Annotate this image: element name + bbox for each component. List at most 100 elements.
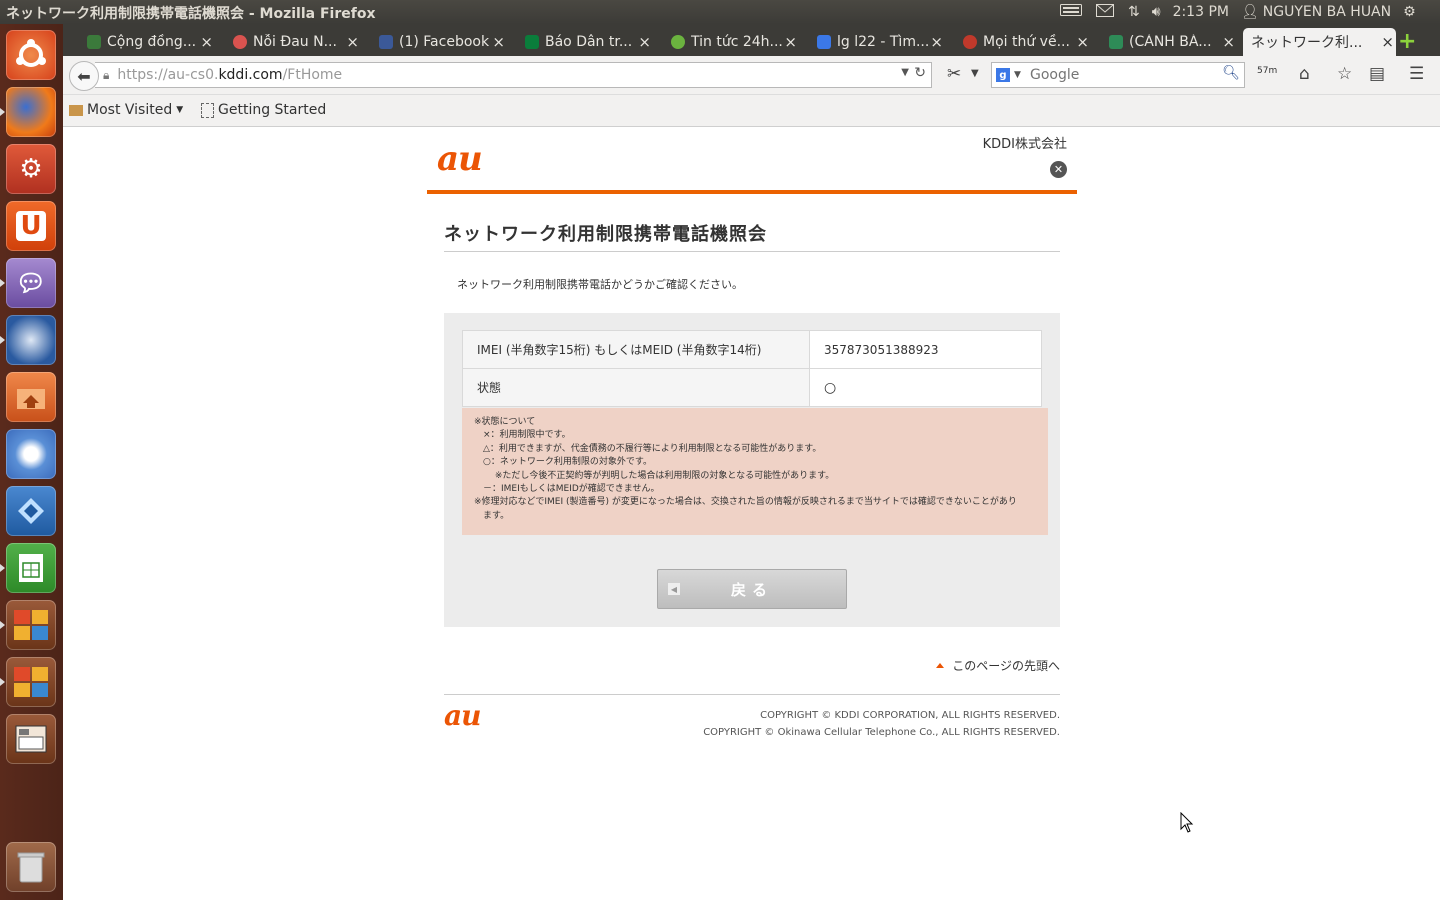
firefox-icon[interactable] xyxy=(6,87,56,137)
copyright-kddi: COPYRIGHT © KDDI CORPORATION, ALL RIGHTS… xyxy=(760,710,1060,721)
files-icon[interactable] xyxy=(6,372,56,422)
clock[interactable]: 2:13 PM xyxy=(1173,4,1229,20)
close-icon[interactable]: × xyxy=(1076,33,1089,51)
back-button[interactable]: ⬅ xyxy=(69,61,99,91)
history-dropdown-icon[interactable]: ▼ xyxy=(901,67,909,78)
status-notes: ※状態について ×：利用制限中です。 △：利用できますが、代金債務の不履行等によ… xyxy=(462,408,1048,535)
virtualbox-icon[interactable] xyxy=(6,486,56,536)
addon-icon[interactable]: ✂ xyxy=(947,64,961,84)
note-line: △：利用できますが、代金債務の不履行等により利用制限となる可能性があります。 xyxy=(474,443,822,454)
tab[interactable]: (CẢNH BÁ... × xyxy=(1109,28,1237,56)
search-input[interactable] xyxy=(1028,66,1202,84)
bookmark-star-icon[interactable]: ☆ xyxy=(1337,64,1352,84)
result-panel: IMEI (半角数字15桁) もしくはMEID (半角数字14桁) 357873… xyxy=(444,313,1060,627)
back-button[interactable]: ◀ 戻る xyxy=(657,569,847,609)
status-value: ○ xyxy=(809,368,1042,407)
table-row: 状態 ○ xyxy=(462,368,1042,407)
user-name[interactable]: NGUYEN BA HUAN xyxy=(1263,4,1391,20)
header-divider xyxy=(427,190,1077,194)
google-icon[interactable]: g xyxy=(996,68,1010,82)
tab-favicon-icon xyxy=(1109,35,1123,49)
home-icon[interactable]: ⌂ xyxy=(1299,64,1310,84)
tab[interactable]: lg l22 - Tìm... × xyxy=(817,28,945,56)
page-title: ネットワーク利用制限携帯電話機照会 xyxy=(444,224,767,245)
imei-value: 357873051388923 xyxy=(809,330,1042,369)
tab[interactable]: Mọi thứ về... × xyxy=(963,28,1091,56)
libreoffice-calc-icon[interactable] xyxy=(6,543,56,593)
keyboard-icon[interactable] xyxy=(1060,4,1082,20)
intro-text: ネットワーク利用制限携帯電話かどうかご確認ください。 xyxy=(457,278,743,291)
running-indicator xyxy=(0,108,5,116)
tab-favicon-icon xyxy=(671,35,685,49)
getting-started-bookmark[interactable]: Getting Started xyxy=(201,102,326,118)
tab-active[interactable]: ネットワーク利... × xyxy=(1243,28,1396,56)
download-badge[interactable]: 57m xyxy=(1257,66,1277,76)
search-engine-dropdown-icon[interactable]: ▼ xyxy=(1014,70,1021,80)
tab-bar: Cộng đồng... × Nỗi Đau N... × (1) Facebo… xyxy=(63,24,1440,56)
note-line: ○：ネットワーク利用制限の対象外です。 xyxy=(474,457,652,468)
tab[interactable]: Nỗi Đau N... × xyxy=(233,28,361,56)
tab-label: Nỗi Đau N... xyxy=(253,34,337,50)
most-visited-folder[interactable]: Most Visited ▼ xyxy=(69,102,183,118)
close-icon[interactable]: × xyxy=(200,33,213,51)
window-title: ネットワーク利用制限携帯電話機照会 - Mozilla Firefox xyxy=(6,6,376,22)
ubuntu-dash-icon[interactable] xyxy=(6,30,56,80)
close-icon[interactable]: ✕ xyxy=(1050,161,1067,178)
addon-dropdown-icon[interactable]: ▼ xyxy=(971,68,979,79)
close-icon[interactable]: × xyxy=(492,33,505,51)
tab-label: lg l22 - Tìm... xyxy=(837,34,930,50)
url-bar[interactable]: 🔒︎ https://au-cs0.kddi.com/FtHome ▼ ↻ xyxy=(95,62,932,88)
system-settings-icon[interactable]: ⚙ xyxy=(6,144,56,194)
user-icon: 👤︎ xyxy=(1240,4,1259,20)
getting-started-label: Getting Started xyxy=(218,102,327,118)
pidgin-icon[interactable]: 💬︎ xyxy=(6,258,56,308)
tab[interactable]: Báo Dân tr... × xyxy=(525,28,653,56)
tab-label: ネットワーク利... xyxy=(1251,35,1361,51)
hamburger-menu-icon[interactable]: ☰ xyxy=(1409,64,1424,84)
workspace-switcher-icon[interactable] xyxy=(6,657,56,707)
tab-favicon-icon xyxy=(379,35,393,49)
running-indicator xyxy=(0,621,5,629)
running-indicator xyxy=(0,564,5,572)
page-icon xyxy=(201,102,214,118)
url-path: /FtHome xyxy=(282,67,343,83)
bookmarks-menu-icon[interactable]: ▤ xyxy=(1369,64,1385,84)
search-icon[interactable]: 🔍︎ xyxy=(1222,65,1240,81)
new-tab-plus-icon[interactable]: + xyxy=(1398,29,1416,54)
trash-icon[interactable] xyxy=(6,842,56,892)
note-line: ※状態について xyxy=(474,417,536,427)
ubuntu-one-icon[interactable]: U xyxy=(6,201,56,251)
window-spread-icon[interactable] xyxy=(6,714,56,764)
lock-icon: 🔒︎ xyxy=(103,67,110,82)
workspace-switcher-icon[interactable] xyxy=(6,600,56,650)
tab[interactable]: (1) Facebook × xyxy=(379,28,507,56)
tab[interactable]: Cộng đồng... × xyxy=(87,28,215,56)
chromium-icon[interactable] xyxy=(6,429,56,479)
table-row: IMEI (半角数字15桁) もしくはMEID (半角数字14桁) 357873… xyxy=(462,330,1042,369)
gear-icon[interactable]: ⚙ xyxy=(1403,4,1416,20)
tab-favicon-icon xyxy=(525,35,539,49)
search-box[interactable]: g ▼ 🔍︎ xyxy=(991,62,1245,88)
close-icon[interactable]: × xyxy=(1381,33,1394,51)
mail-icon[interactable] xyxy=(1096,3,1114,21)
reload-icon[interactable]: ↻ xyxy=(914,65,926,81)
close-icon[interactable]: × xyxy=(1222,33,1235,51)
au-logo[interactable]: au xyxy=(437,139,483,179)
tab[interactable]: Tin tức 24h... × xyxy=(671,28,799,56)
close-icon[interactable]: × xyxy=(784,33,797,51)
result-table: IMEI (半角数字15桁) もしくはMEID (半角数字14桁) 357873… xyxy=(462,330,1042,407)
tab-label: Cộng đồng... xyxy=(107,34,197,50)
tab-favicon-icon xyxy=(233,35,247,49)
close-icon[interactable]: × xyxy=(638,33,651,51)
note-line: ※修理対応などでIMEI (製造番号) が変更になった場合は、交換された旨の情報… xyxy=(474,497,1017,508)
page-top-link[interactable]: このページの先頭へ xyxy=(936,657,1060,674)
thunderbird-icon[interactable] xyxy=(6,315,56,365)
volume-icon[interactable]: 🔊︎ xyxy=(1152,4,1161,20)
close-icon[interactable]: × xyxy=(346,33,359,51)
back-button-label: 戻る xyxy=(730,580,773,599)
running-indicator xyxy=(0,336,5,344)
close-icon[interactable]: × xyxy=(930,33,943,51)
note-line: ます。 xyxy=(474,510,510,521)
network-icon[interactable]: ⇅ xyxy=(1128,4,1140,20)
navigation-bar: 🔒︎ https://au-cs0.kddi.com/FtHome ▼ ↻ ⬅ … xyxy=(63,56,1440,95)
